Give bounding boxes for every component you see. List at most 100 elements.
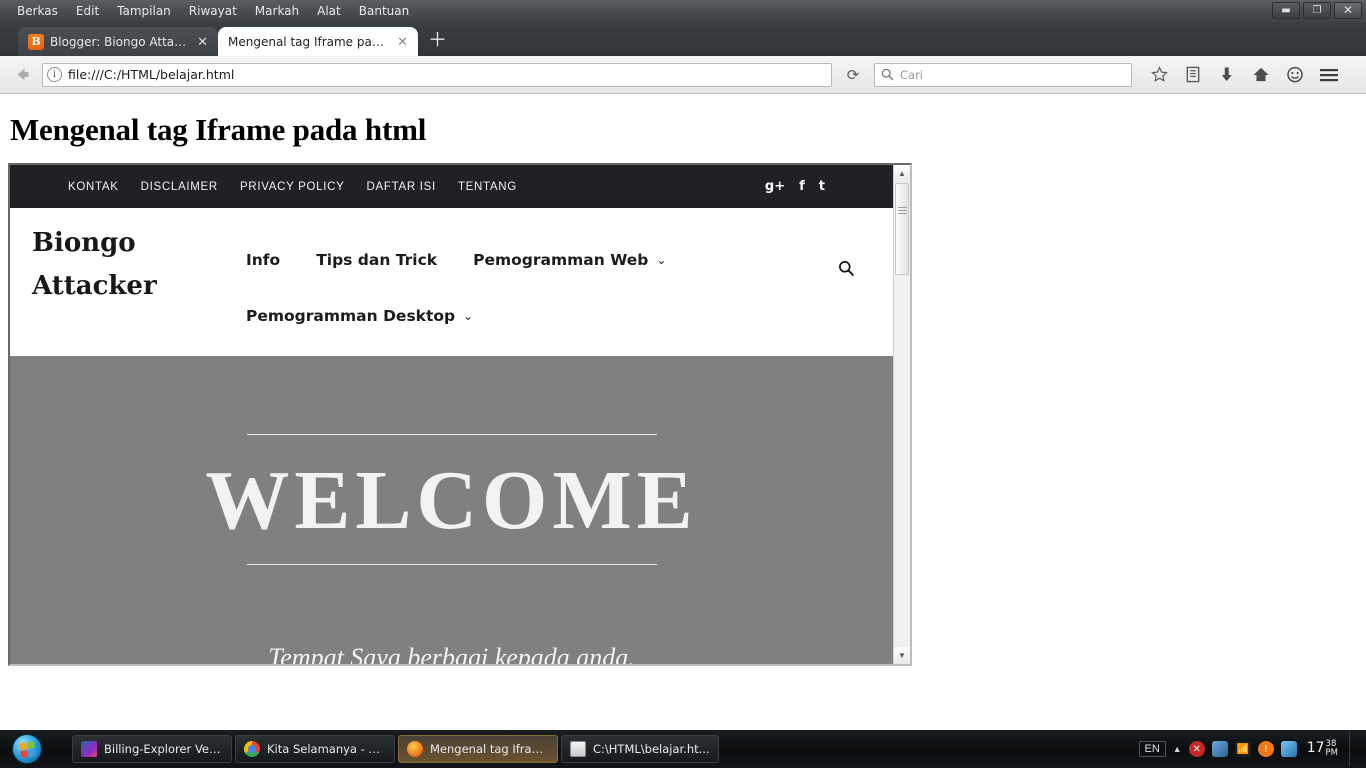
nav-label: Info (246, 251, 281, 269)
taskbar-items: Billing-Explorer Ver ... Kita Selamanya … (72, 735, 719, 763)
restore-icon: ❐ (1312, 5, 1322, 16)
close-icon: ✕ (1342, 3, 1354, 17)
nav-label: Pemogramman Desktop (246, 307, 456, 325)
menu-markah[interactable]: Markah (246, 2, 308, 20)
tab-strip: B Blogger: Biongo Attacker - ... ✕ Menge… (0, 22, 1366, 56)
minimize-button[interactable]: ▬ (1272, 2, 1300, 19)
tab-close-icon[interactable]: ✕ (197, 34, 208, 50)
iframe-scrollbar[interactable]: ▲ ▼ (893, 165, 910, 664)
nav-item-pemogramman-desktop[interactable]: Pemogramman Desktop ⌄ (246, 307, 473, 325)
embedded-iframe: KONTAK DISCLAIMER PRIVACY POLICY DAFTAR … (8, 163, 912, 666)
window-titlebar: Berkas Edit Tampilan Riwayat Markah Alat… (0, 0, 1366, 22)
twitter-icon[interactable]: t (819, 179, 825, 194)
system-tray: EN ▲ ✕ 📶 ! 17 38 PM (1138, 732, 1366, 766)
page-content: Mengenal tag Iframe pada html KONTAK DIS… (0, 94, 1366, 730)
bookmark-star-icon[interactable] (1142, 60, 1176, 90)
menu-riwayat[interactable]: Riwayat (180, 2, 246, 20)
windows-taskbar: Billing-Explorer Ver ... Kita Selamanya … (0, 730, 1366, 768)
show-desktop-button[interactable] (1349, 732, 1358, 766)
site-search-icon[interactable] (838, 260, 855, 282)
menu-icon[interactable] (1312, 60, 1346, 90)
chrome-icon (244, 741, 260, 757)
reload-button[interactable]: ⟳ (838, 66, 868, 84)
browser-tab-iframe[interactable]: Mengenal tag Iframe pada html ✕ (218, 27, 418, 56)
topbar-link-daftar-isi[interactable]: DAFTAR ISI (367, 181, 436, 193)
site-topbar: KONTAK DISCLAIMER PRIVACY POLICY DAFTAR … (10, 165, 893, 208)
menu-edit[interactable]: Edit (67, 2, 108, 20)
menu-bantuan[interactable]: Bantuan (350, 2, 418, 20)
chevron-down-icon: ⌄ (656, 253, 667, 267)
site-logo-line2: Attacker (32, 270, 157, 301)
site-logo[interactable]: Biongo Attacker (10, 222, 246, 344)
system-clock[interactable]: 17 38 PM (1304, 739, 1338, 759)
nav-item-tips-dan-trick[interactable]: Tips dan Trick (316, 251, 437, 269)
facebook-icon[interactable]: f (799, 179, 805, 194)
iframe-document: KONTAK DISCLAIMER PRIVACY POLICY DAFTAR … (10, 165, 893, 664)
taskbar-item-notepad[interactable]: C:\HTML\belajar.ht... (561, 735, 719, 763)
account-icon[interactable] (1278, 60, 1312, 90)
library-icon[interactable] (1176, 60, 1210, 90)
back-arrow-icon[interactable] (8, 61, 36, 89)
topbar-link-tentang[interactable]: TENTANG (458, 181, 517, 193)
network-icon[interactable] (1211, 741, 1228, 757)
google-plus-icon[interactable]: g+ (765, 179, 785, 194)
firefox-icon (407, 741, 423, 757)
menu-tampilan[interactable]: Tampilan (108, 2, 180, 20)
url-text: file:///C:/HTML/belajar.html (68, 67, 235, 82)
scroll-up-arrow-icon[interactable]: ▲ (893, 165, 910, 182)
hero-title: WELCOME (205, 454, 698, 547)
menu-berkas[interactable]: Berkas (8, 2, 67, 20)
menu-riwayat-label: Riwayat (188, 4, 237, 18)
tab-title: Blogger: Biongo Attacker - ... (50, 34, 191, 49)
clock-meridiem: PM (1325, 748, 1338, 758)
topbar-link-kontak[interactable]: KONTAK (68, 181, 119, 193)
taskbar-item-chrome[interactable]: Kita Selamanya - Go... (235, 735, 395, 763)
page-title: Mengenal tag Iframe pada html (10, 112, 427, 147)
nav-item-info[interactable]: Info (246, 251, 280, 269)
nav-label: Tips dan Trick (316, 251, 438, 269)
site-topbar-links: KONTAK DISCLAIMER PRIVACY POLICY DAFTAR … (68, 181, 517, 193)
menu-alat[interactable]: Alat (308, 2, 350, 20)
navigation-toolbar: i file:///C:/HTML/belajar.html ⟳ Cari (0, 56, 1366, 94)
menu-tampilan-label: Tampilan (117, 4, 171, 18)
tab-close-icon[interactable]: ✕ (397, 34, 408, 50)
menu-bar: Berkas Edit Tampilan Riwayat Markah Alat… (0, 2, 418, 20)
antenna-icon[interactable]: 📶 (1234, 741, 1251, 757)
site-header: Biongo Attacker Info Tips dan Trick Pemo… (10, 208, 893, 356)
security-shield-icon[interactable]: ✕ (1188, 741, 1205, 757)
topbar-link-privacy-policy[interactable]: PRIVACY POLICY (240, 181, 345, 193)
menu-markah-label: Markah (254, 4, 300, 18)
taskbar-item-label: Kita Selamanya - Go... (267, 742, 386, 756)
url-bar[interactable]: i file:///C:/HTML/belajar.html (42, 62, 832, 87)
identity-info-icon[interactable]: i (47, 67, 62, 82)
site-main-nav: Info Tips dan Trick Pemogramman Web ⌄ Pem… (246, 222, 893, 344)
scroll-down-arrow-icon[interactable]: ▼ (893, 647, 910, 664)
language-indicator[interactable]: EN (1138, 741, 1166, 757)
menu-edit-label: Edit (75, 4, 100, 18)
taskbar-item-firefox[interactable]: Mengenal tag Ifram... (398, 735, 558, 763)
topbar-link-disclaimer[interactable]: DISCLAIMER (141, 181, 218, 193)
restore-button[interactable]: ❐ (1303, 2, 1331, 19)
hero-rule-top (246, 434, 657, 435)
update-icon[interactable] (1280, 741, 1297, 757)
home-icon[interactable] (1244, 60, 1278, 90)
nav-label: Pemogramman Web (473, 251, 649, 269)
menu-bantuan-label: Bantuan (358, 4, 410, 18)
warning-icon[interactable]: ! (1257, 741, 1274, 757)
search-bar[interactable]: Cari (874, 62, 1132, 87)
scrollbar-grip (898, 207, 907, 214)
nav-row-1: Info Tips dan Trick Pemogramman Web ⌄ (246, 232, 893, 288)
menu-alat-label: Alat (317, 4, 341, 18)
start-button[interactable] (4, 732, 50, 766)
site-hero: WELCOME Tempat Saya berbagi kepada anda. (10, 356, 893, 664)
new-tab-button[interactable]: ＋ (418, 25, 457, 56)
scrollbar-thumb[interactable] (895, 183, 909, 275)
search-input-placeholder: Cari (900, 67, 923, 82)
browser-tab-blogger[interactable]: B Blogger: Biongo Attacker - ... ✕ (18, 27, 218, 56)
nav-item-pemogramman-web[interactable]: Pemogramman Web ⌄ (473, 251, 666, 269)
close-button[interactable]: ✕ (1334, 2, 1362, 19)
taskbar-item-billing-explorer[interactable]: Billing-Explorer Ver ... (72, 735, 232, 763)
toolbar-buttons (1142, 60, 1346, 90)
show-hidden-icons-button[interactable]: ▲ (1173, 744, 1182, 754)
downloads-icon[interactable] (1210, 60, 1244, 90)
